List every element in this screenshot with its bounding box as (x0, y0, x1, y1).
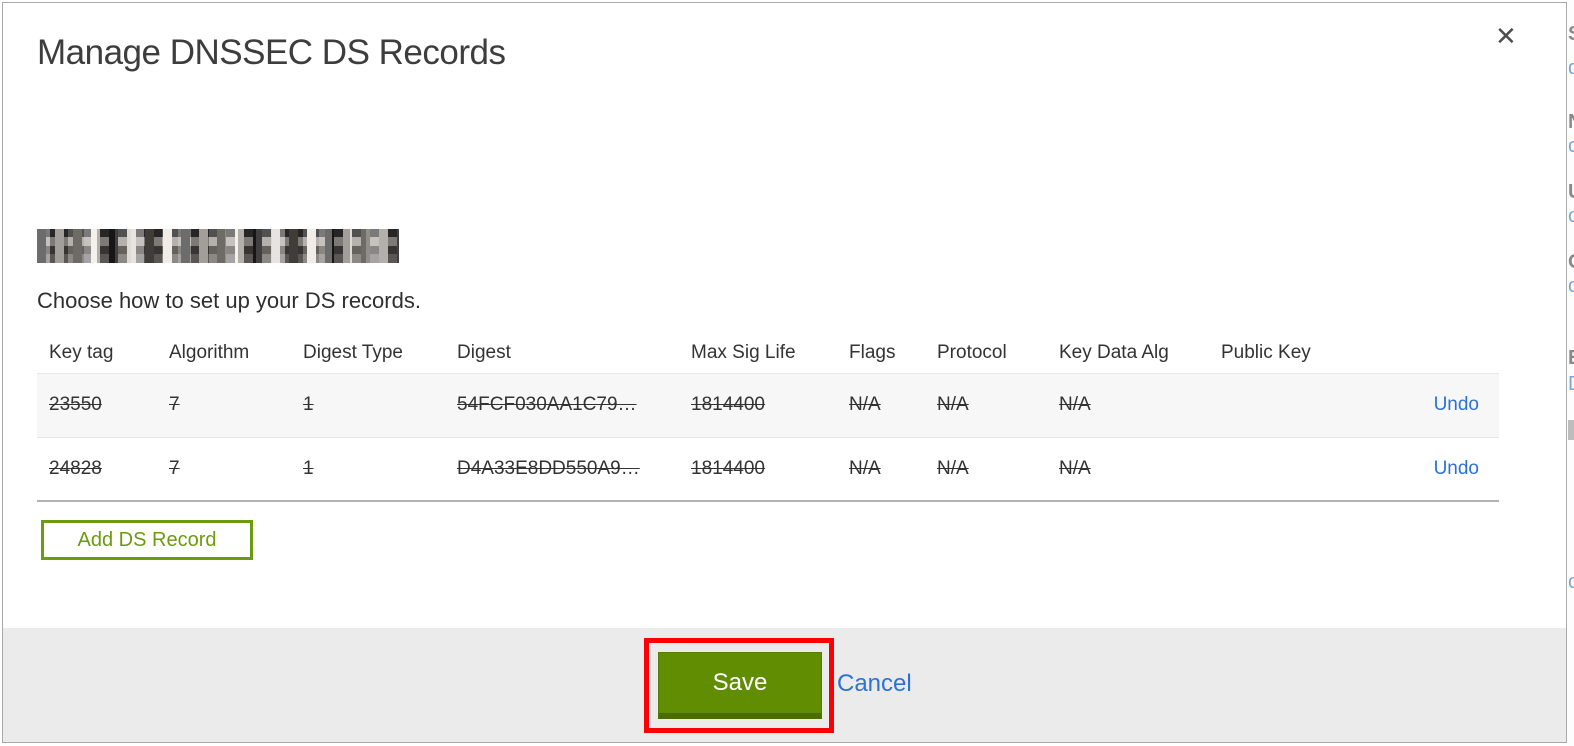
cell-digest: D4A33E8DD550A9… (457, 457, 640, 479)
background-text-fragment: o (1568, 206, 1574, 226)
cell-protocol: N/A (937, 457, 969, 479)
table-header-row: Key tag Algorithm Digest Type Digest Max… (37, 333, 1499, 373)
col-header-key-data-alg: Key Data Alg (1059, 341, 1169, 363)
cell-protocol: N/A (937, 394, 969, 415)
close-icon[interactable]: ✕ (1495, 23, 1517, 49)
cell-digest: 54FCF030AA1C79… (457, 394, 637, 415)
screenshot-canvas: SdNoUoOoED▌o Manage DNSSEC DS Records ✕ … (0, 0, 1574, 746)
table-row: 24828 7 1 D4A33E8DD550A9… 1814400 N/A N/… (37, 437, 1499, 501)
cancel-link[interactable]: Cancel (837, 670, 912, 698)
background-text-fragment: O (1568, 252, 1574, 272)
cell-key-tag: 24828 (49, 457, 102, 479)
background-text-fragment: d (1568, 58, 1574, 78)
cell-public-key (1209, 437, 1351, 501)
background-text-fragment: S (1568, 24, 1574, 44)
undo-link[interactable]: Undo (1434, 394, 1479, 415)
background-text-fragment: o (1568, 136, 1574, 156)
undo-link[interactable]: Undo (1434, 458, 1479, 479)
cell-algorithm: 7 (169, 394, 180, 415)
cell-flags: N/A (849, 394, 881, 415)
cell-flags: N/A (849, 457, 881, 479)
col-header-actions (1351, 333, 1499, 373)
background-text-fragment: o (1568, 276, 1574, 296)
cell-algorithm: 7 (169, 457, 180, 479)
col-header-key-tag: Key tag (49, 341, 114, 363)
col-header-flags: Flags (849, 341, 896, 363)
background-text-fragment: U (1568, 182, 1574, 202)
cell-max-sig-life: 1814400 (691, 394, 765, 415)
background-text-fragment: o (1568, 572, 1574, 592)
background-text-fragment: N (1568, 112, 1574, 132)
dialog-title: Manage DNSSEC DS Records (37, 33, 506, 72)
background-text-fragment: E (1568, 348, 1574, 368)
col-header-max-sig-life: Max Sig Life (691, 341, 796, 363)
col-header-digest: Digest (457, 341, 511, 363)
cell-key-data-alg: N/A (1059, 394, 1091, 415)
dialog-subtitle: Choose how to set up your DS records. (37, 288, 421, 313)
redacted-domain-name (37, 229, 399, 263)
col-header-algorithm: Algorithm (169, 341, 250, 363)
col-header-protocol: Protocol (937, 341, 1007, 363)
cell-key-tag: 23550 (49, 394, 102, 415)
add-ds-record-button[interactable]: Add DS Record (41, 520, 253, 560)
cell-digest-type: 1 (303, 394, 314, 415)
background-page-strip: SdNoUoOoED▌o (1567, 0, 1574, 746)
ds-records-table: Key tag Algorithm Digest Type Digest Max… (37, 333, 1499, 502)
background-text-fragment: ▌ (1568, 420, 1574, 440)
table-row: 23550 7 1 54FCF030AA1C79… 1814400 N/A N/… (37, 373, 1499, 437)
manage-dnssec-dialog: Manage DNSSEC DS Records ✕ Choose how to… (2, 2, 1567, 743)
col-header-public-key: Public Key (1221, 341, 1311, 363)
cell-max-sig-life: 1814400 (691, 457, 765, 479)
col-header-digest-type: Digest Type (303, 341, 403, 363)
background-text-fragment: D (1568, 374, 1574, 394)
save-button[interactable]: Save (658, 652, 822, 719)
cell-key-data-alg: N/A (1059, 457, 1091, 479)
cell-digest-type: 1 (303, 457, 314, 479)
cell-public-key (1209, 373, 1351, 437)
